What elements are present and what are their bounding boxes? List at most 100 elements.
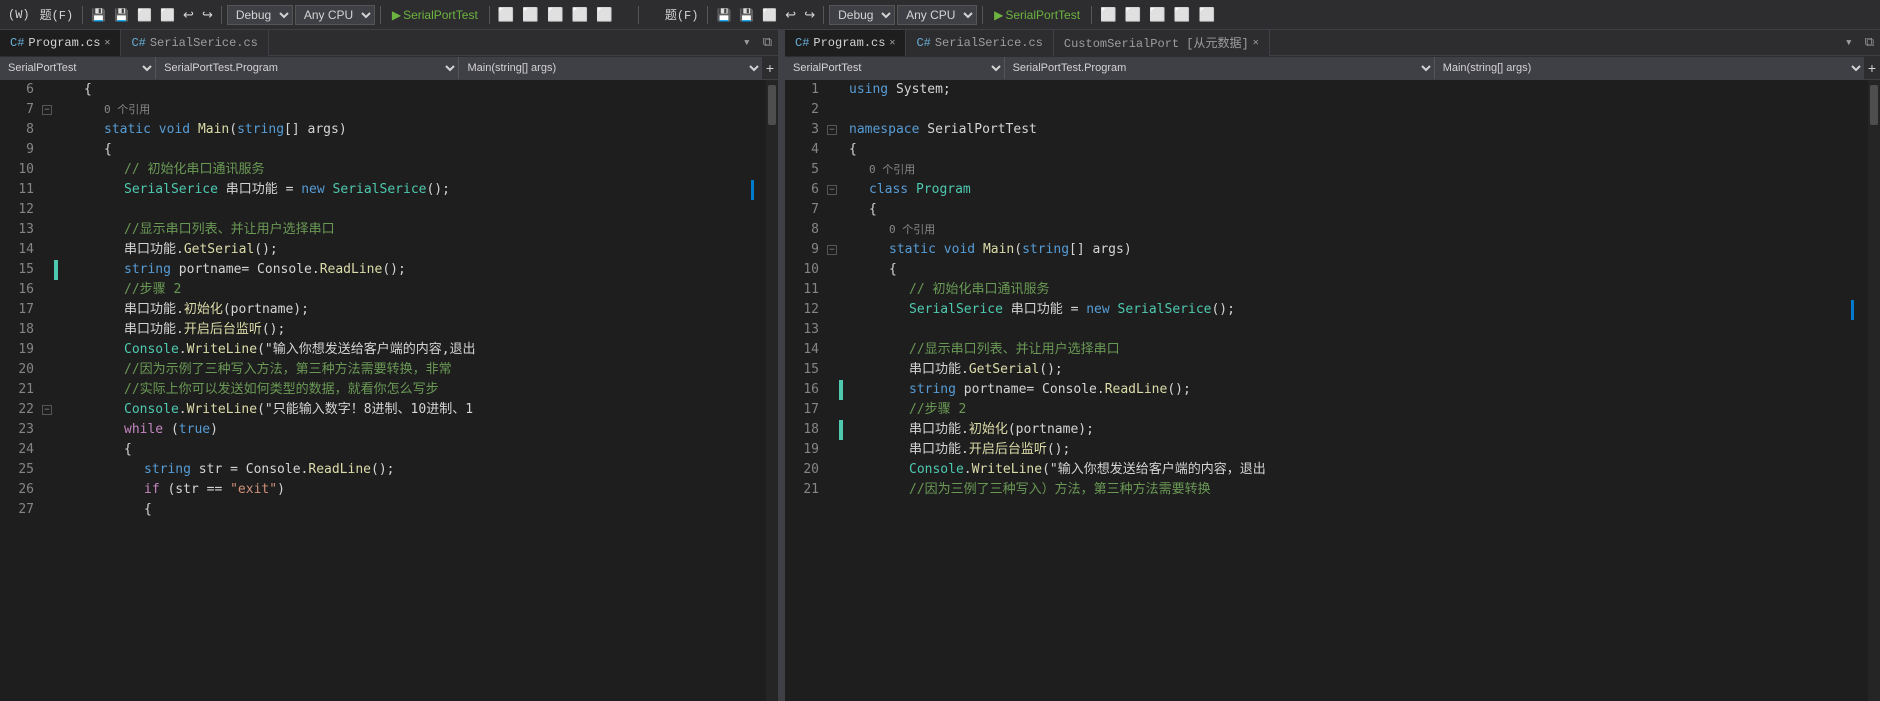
- code-line-27: {: [64, 500, 766, 520]
- right-linenum-1: 1: [785, 80, 819, 100]
- code-line-17: 串口功能.初始化(portname);: [64, 300, 766, 320]
- right-linenum-11: 11: [785, 280, 819, 300]
- tab-serial-left[interactable]: C# SerialSerice.cs: [121, 30, 268, 56]
- toolbar-separator-1: [82, 6, 83, 24]
- right-scrollbar[interactable]: [1868, 80, 1880, 701]
- right-code-lines[interactable]: using System; namespace SerialPortTest {: [845, 80, 1868, 701]
- tab-overflow-left[interactable]: ▾: [737, 35, 757, 50]
- collapse-icon-7[interactable]: −: [42, 105, 52, 115]
- code-line-21: //实际上你可以发送如何类型的数据，就看你怎么写步: [64, 380, 766, 400]
- right-linenum-21: 21: [785, 480, 819, 500]
- toolbar-btn-box1[interactable]: ⬜: [134, 6, 155, 24]
- right-tab-bar: C# Program.cs ✕ C# SerialSerice.cs Custo…: [785, 30, 1880, 56]
- right-nav-btn1[interactable]: +: [1864, 60, 1880, 76]
- left-nav-btn1[interactable]: +: [762, 60, 778, 76]
- menu-w[interactable]: (W): [4, 8, 34, 22]
- left-scrollbar[interactable]: [766, 80, 778, 701]
- toolbar-btn-r1[interactable]: ⬜: [495, 5, 518, 25]
- split-button-left[interactable]: ⧉: [757, 35, 778, 50]
- debug-dropdown-left[interactable]: Debug: [227, 5, 293, 25]
- right-linenum-16: 16: [785, 380, 819, 400]
- toolbar-btn-save-r1[interactable]: 💾: [713, 6, 734, 24]
- left-editor[interactable]: 6 7 8 9 10 11 12 13 14 15 16 17 18 19 20…: [0, 80, 778, 701]
- toolbar-btn-redo[interactable]: ↪: [199, 5, 216, 25]
- right-nav-namespace[interactable]: SerialPortTest: [785, 57, 1005, 79]
- menu-f-right[interactable]: 题(F): [661, 6, 703, 23]
- code-line-6: {: [64, 80, 766, 100]
- left-linenum-8: 8: [0, 120, 34, 140]
- code-line-24: {: [64, 440, 766, 460]
- toolbar-separator-4: [489, 6, 490, 24]
- collapse-icon-22[interactable]: −: [42, 405, 52, 415]
- tab-label-serial-right: SerialSerice.cs: [935, 36, 1043, 50]
- play-button-right[interactable]: ▶ SerialPortTest: [988, 6, 1086, 24]
- toolbar-btn-rr1[interactable]: ⬜: [1097, 5, 1120, 25]
- toolbar-btn-undo[interactable]: ↩: [180, 5, 197, 25]
- toolbar-btn-rr3[interactable]: ⬜: [1146, 5, 1169, 25]
- menu-f-left[interactable]: 题(F): [36, 6, 78, 23]
- left-linenum-25: 25: [0, 460, 34, 480]
- toolbar-btn-box2[interactable]: ⬜: [157, 6, 178, 24]
- left-nav-method[interactable]: Main(string[] args): [459, 57, 761, 79]
- tab-custom-right[interactable]: CustomSerialPort [从元数据] ✕: [1054, 30, 1270, 56]
- code-line-26: if (str == "exit"): [64, 480, 766, 500]
- toolbar-btn-r5[interactable]: ⬜: [593, 5, 616, 25]
- toolbar-btn-r2[interactable]: ⬜: [519, 5, 542, 25]
- debug-dropdown-right[interactable]: Debug: [829, 5, 895, 25]
- toolbar-btn-redo-r[interactable]: ↪: [801, 5, 818, 25]
- r-code-line-5: 0 个引用: [849, 160, 1868, 180]
- r-code-line-3: namespace SerialPortTest: [849, 120, 1868, 140]
- toolbar-separator-2: [221, 6, 222, 24]
- right-linenum-12: 12: [785, 300, 819, 320]
- app-container: (W) 题(F) 💾 💾 ⬜ ⬜ ↩ ↪ Debug Any CPU ▶ Ser…: [0, 0, 1880, 701]
- cpu-dropdown-left[interactable]: Any CPU: [295, 5, 375, 25]
- cpu-dropdown-right[interactable]: Any CPU: [897, 5, 977, 25]
- left-linenum-16: 16: [0, 280, 34, 300]
- toolbar-btn-rr4[interactable]: ⬜: [1171, 5, 1194, 25]
- toolbar-btn-save[interactable]: 💾: [88, 6, 109, 24]
- left-collapse-gutter: − −: [40, 80, 54, 701]
- left-code-lines[interactable]: { 0 个引用 static void Main(string[] args) …: [60, 80, 766, 701]
- right-line-numbers: 1 2 3 4 5 6 7 8 9 10 11 12 13 14 15 16 1: [785, 80, 825, 701]
- toolbar-btn-r4[interactable]: ⬜: [569, 5, 592, 25]
- right-nav-method[interactable]: Main(string[] args): [1435, 57, 1864, 79]
- toolbar-btn-rr2[interactable]: ⬜: [1122, 5, 1145, 25]
- right-linenum-15: 15: [785, 360, 819, 380]
- left-linenum-22: 22: [0, 400, 34, 420]
- toolbar-btn-save-r2[interactable]: 💾: [736, 6, 757, 24]
- tab-close-custom-right[interactable]: ✕: [1253, 37, 1259, 49]
- collapse-icon-r9[interactable]: −: [827, 245, 837, 255]
- toolbar-btn-r3[interactable]: ⬜: [544, 5, 567, 25]
- tab-overflow-right[interactable]: ▾: [1839, 35, 1859, 50]
- split-button-right[interactable]: ⧉: [1859, 35, 1880, 50]
- tab-serial-right[interactable]: C# SerialSerice.cs: [906, 30, 1053, 56]
- tab-close-program-right[interactable]: ✕: [889, 37, 895, 49]
- r-code-line-4: {: [849, 140, 1868, 160]
- right-linenum-5: 5: [785, 160, 819, 180]
- collapse-icon-r3[interactable]: −: [827, 125, 837, 135]
- right-editor[interactable]: 1 2 3 4 5 6 7 8 9 10 11 12 13 14 15 16 1: [785, 80, 1880, 701]
- play-button-left[interactable]: ▶ SerialPortTest: [386, 6, 484, 24]
- left-linenum-9: 9: [0, 140, 34, 160]
- toolbar-separator-8: [982, 6, 983, 24]
- collapse-icon-r6[interactable]: −: [827, 185, 837, 195]
- tab-close-program-left[interactable]: ✕: [104, 37, 110, 49]
- tab-program-left[interactable]: C# Program.cs ✕: [0, 30, 121, 56]
- r-code-line-9: static void Main(string[] args): [849, 240, 1868, 260]
- right-nav-class[interactable]: SerialPortTest.Program: [1005, 57, 1435, 79]
- toolbar-separator-7: [823, 6, 824, 24]
- right-linenum-13: 13: [785, 320, 819, 340]
- tab-program-right[interactable]: C# Program.cs ✕: [785, 30, 906, 56]
- toolbar-separator-9: [1091, 6, 1092, 24]
- toolbar-btn-undo-r[interactable]: ↩: [782, 5, 799, 25]
- toolbar-btn-rr5[interactable]: ⬜: [1195, 5, 1218, 25]
- code-line-14: 串口功能.GetSerial();: [64, 240, 766, 260]
- right-linenum-9: 9: [785, 240, 819, 260]
- left-nav-class[interactable]: SerialPortTest.Program: [156, 57, 459, 79]
- left-nav-namespace[interactable]: SerialPortTest: [0, 57, 156, 79]
- toolbar-btn-save2[interactable]: 💾: [111, 6, 132, 24]
- toolbar-btn-box-r1[interactable]: ⬜: [759, 6, 780, 24]
- r-code-line-20: Console.WriteLine("输入你想发送给客户端的内容，退出: [849, 460, 1868, 480]
- right-linenum-19: 19: [785, 440, 819, 460]
- left-linenum-27: 27: [0, 500, 34, 520]
